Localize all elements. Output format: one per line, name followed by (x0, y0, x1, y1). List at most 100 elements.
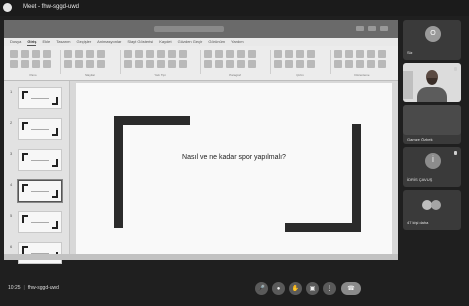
toolbar-button[interactable] (21, 60, 29, 68)
menu-item[interactable]: Kaydet (159, 38, 171, 46)
ppt-minimize-button[interactable] (356, 26, 364, 31)
camera-button[interactable]: ● (272, 282, 285, 295)
ppt-close-button[interactable] (380, 26, 388, 31)
toolbar-button[interactable] (135, 60, 143, 68)
toolbar-button[interactable] (157, 60, 165, 68)
toolbar-button[interactable] (367, 50, 375, 58)
toolbar-button[interactable] (285, 50, 293, 58)
toolbar-button[interactable] (356, 60, 364, 68)
toolbar-button[interactable] (97, 60, 105, 68)
toolbar-button[interactable] (226, 50, 234, 58)
toolbar-button[interactable] (86, 50, 94, 58)
toolbar-button[interactable] (248, 60, 256, 68)
menu-item[interactable]: Animasyonlar (97, 38, 121, 46)
participant-tile-idris[interactable]: İ İDRİS ÇAVUŞ (403, 147, 461, 187)
slide-canvas[interactable]: Nasıl ve ne kadar spor yapılmalı? (76, 83, 392, 255)
menu-item[interactable]: Geçişler (76, 38, 91, 46)
present-button[interactable]: ▣ (306, 282, 319, 295)
toolbar-button[interactable] (146, 60, 154, 68)
toolbar-button[interactable] (32, 50, 40, 58)
toolbar-button[interactable] (307, 50, 315, 58)
participant-tile-video[interactable] (403, 63, 461, 102)
toolbar-group: Yazı Tipi (124, 50, 196, 77)
toolbar-button[interactable] (64, 60, 72, 68)
toolbar-button[interactable] (124, 60, 132, 68)
slide-thumbnail-panel[interactable]: 1 2 3 4 5 6 (4, 81, 70, 264)
toolbar-button[interactable] (215, 50, 223, 58)
ppt-search-box[interactable] (154, 26, 224, 32)
thumb-text-line (31, 222, 49, 223)
toolbar-button[interactable] (75, 50, 83, 58)
menu-item[interactable]: Tasarım (56, 38, 70, 46)
toolbar-button[interactable] (179, 50, 187, 58)
window-topbar: Meet - fhw-sggd-uwd (0, 0, 469, 16)
menu-item[interactable]: Görünüm (208, 38, 225, 46)
toolbar-button[interactable] (157, 50, 165, 58)
toolbar-button[interactable] (345, 50, 353, 58)
toolbar-button[interactable] (274, 60, 282, 68)
slide-thumbnail[interactable] (18, 118, 62, 140)
toolbar-button[interactable] (64, 50, 72, 58)
meeting-bottom-bar: 10:25 | fhw-sggd-uwd 🎤 ● ✋ ▣ ⋮ ☎ (0, 276, 469, 306)
toolbar-button[interactable] (75, 60, 83, 68)
menu-item[interactable]: Gözden Geçir (178, 38, 203, 46)
toolbar-button[interactable] (215, 60, 223, 68)
meeting-info: 10:25 | fhw-sggd-uwd (8, 285, 59, 291)
menu-item[interactable]: Yardım (231, 38, 244, 46)
toolbar-button[interactable] (168, 50, 176, 58)
toolbar-button[interactable] (226, 60, 234, 68)
toolbar-button[interactable] (86, 60, 94, 68)
toolbar-button[interactable] (334, 60, 342, 68)
toolbar-group: Düzenleme (334, 50, 390, 77)
participant-tile-gamze[interactable]: Gamze Özbek (403, 105, 461, 144)
slide-title[interactable]: Nasıl ve ne kadar spor yapılmalı? (76, 154, 392, 161)
toolbar-button[interactable] (356, 50, 364, 58)
toolbar-button[interactable] (97, 50, 105, 58)
thumb-bracket (22, 153, 28, 161)
toolbar-button[interactable] (345, 60, 353, 68)
slide-thumbnail[interactable] (18, 149, 62, 171)
toolbar-button[interactable] (248, 50, 256, 58)
menu-item[interactable]: Slayt Gösterisi (127, 38, 153, 46)
raise-hand-button[interactable]: ✋ (289, 282, 302, 295)
toolbar-button[interactable] (43, 60, 51, 68)
toolbar-button[interactable] (274, 50, 282, 58)
toolbar-button[interactable] (307, 60, 315, 68)
menu-item[interactable]: Ekle (42, 38, 50, 46)
slide-thumbnail[interactable] (18, 211, 62, 233)
menu-item[interactable]: Giriş (27, 38, 37, 46)
toolbar-button[interactable] (285, 60, 293, 68)
toolbar-button[interactable] (378, 50, 386, 58)
more-options-button[interactable]: ⋮ (323, 282, 336, 295)
mic-off-icon (454, 151, 457, 155)
slide-thumbnail[interactable] (18, 242, 62, 264)
toolbar-button[interactable] (296, 60, 304, 68)
menu-item[interactable]: Dosya (10, 38, 21, 46)
slide-thumbnail[interactable] (18, 87, 62, 109)
toolbar-button[interactable] (168, 60, 176, 68)
toolbar-button[interactable] (10, 60, 18, 68)
participant-tile-self[interactable]: O Siz (403, 20, 461, 60)
toolbar-button[interactable] (135, 50, 143, 58)
toolbar-button[interactable] (237, 60, 245, 68)
toolbar-button[interactable] (296, 50, 304, 58)
ppt-maximize-button[interactable] (368, 26, 376, 31)
toolbar-button[interactable] (124, 50, 132, 58)
toolbar-button[interactable] (179, 60, 187, 68)
toolbar-button[interactable] (334, 50, 342, 58)
window-title: Meet - fhw-sggd-uwd (23, 4, 80, 10)
toolbar-button[interactable] (237, 50, 245, 58)
mic-button[interactable]: 🎤 (255, 282, 268, 295)
toolbar-button[interactable] (10, 50, 18, 58)
toolbar-button[interactable] (43, 50, 51, 58)
toolbar-button[interactable] (367, 60, 375, 68)
toolbar-button[interactable] (32, 60, 40, 68)
toolbar-button[interactable] (204, 50, 212, 58)
toolbar-button[interactable] (21, 50, 29, 58)
toolbar-button[interactable] (146, 50, 154, 58)
end-call-button[interactable]: ☎ (341, 282, 361, 295)
participant-tile-more[interactable]: 47 kişi daha (403, 190, 461, 230)
toolbar-button[interactable] (378, 60, 386, 68)
slide-thumbnail[interactable] (17, 179, 63, 203)
toolbar-button[interactable] (204, 60, 212, 68)
